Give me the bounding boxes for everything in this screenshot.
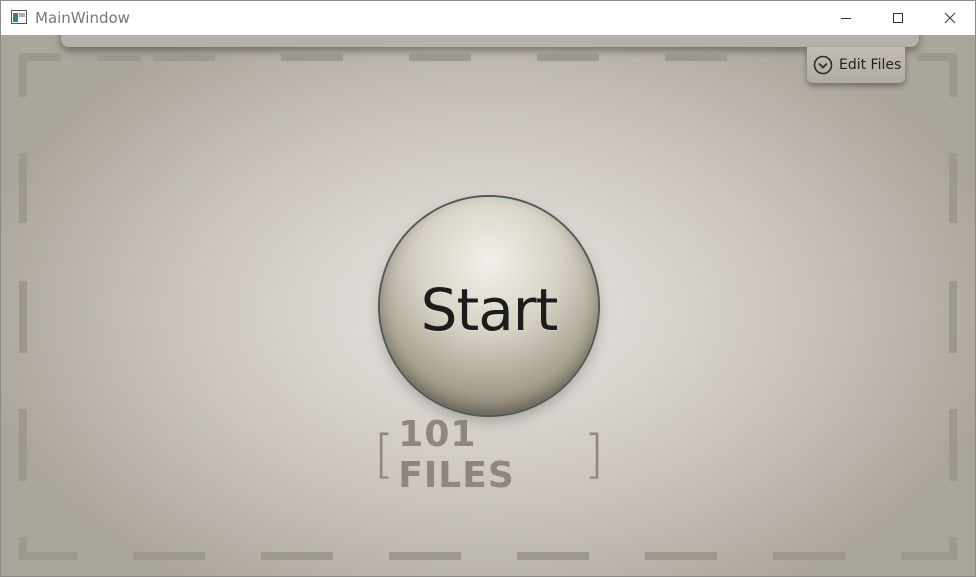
minimize-button[interactable] xyxy=(823,1,869,35)
start-button-label: Start xyxy=(420,276,559,344)
start-button[interactable]: Start xyxy=(380,197,598,415)
main-window: MainWindow Edit Files Start [101 FILES … xyxy=(0,0,976,577)
drop-area[interactable]: Edit Files Start [ 101 FILES ] xyxy=(1,35,975,576)
files-count-label: [ 101 FILES ] xyxy=(374,414,604,496)
close-button[interactable] xyxy=(927,1,973,35)
maximize-button[interactable] xyxy=(875,1,921,35)
maximize-icon xyxy=(893,13,903,23)
minimize-icon xyxy=(841,18,851,19)
bracket-close: ] xyxy=(583,425,604,485)
window-title: MainWindow xyxy=(35,9,130,27)
app-icon xyxy=(11,10,27,24)
bracket-open: [ xyxy=(374,425,395,485)
close-icon xyxy=(944,12,956,24)
edit-files-label: Edit Files xyxy=(839,57,902,73)
files-count-text: 101 FILES xyxy=(398,414,515,496)
edit-files-button[interactable]: Edit Files xyxy=(807,47,905,83)
chevron-down-circle-icon xyxy=(813,55,833,75)
title-bar[interactable]: MainWindow xyxy=(1,1,975,35)
